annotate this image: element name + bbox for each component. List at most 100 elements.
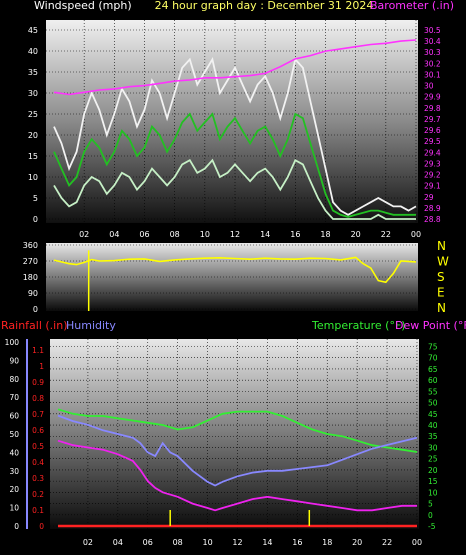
humidity-tick-label: 30	[9, 467, 19, 476]
temperature-tick-label: 70	[428, 354, 438, 363]
temperature-tick-label: 15	[428, 477, 438, 486]
wind-left-ticks: 0 5 10 15 20 25 30 35 40 45	[28, 26, 38, 224]
wind-x-tick-label: 10	[200, 230, 210, 239]
direction-compass-ticks: NWSEN	[437, 239, 449, 315]
baro-y-tick-label: 28.9	[424, 204, 441, 213]
temp-x-tick-label: 02	[83, 538, 93, 547]
wind-y-tick-label: 35	[28, 68, 38, 77]
compass-point-label: E	[437, 286, 445, 300]
wind-x-tick-label: 06	[139, 230, 149, 239]
temp-x-tick-label: 12	[232, 538, 242, 547]
wind-y-tick-label: 30	[28, 89, 38, 98]
rainfall-tick-label: 0.5	[32, 442, 44, 451]
temperature-tick-label: 5	[428, 500, 433, 509]
direction-degree-label: 90	[28, 289, 38, 298]
wind-y-tick-label: 5	[33, 194, 38, 203]
dewpoint-legend-label: Dew Point (°F)	[395, 319, 466, 332]
temperature-tick-label: 45	[428, 410, 438, 419]
rainfall-tick-label: 1.1	[32, 346, 44, 355]
baro-y-tick-label: 29.5	[424, 137, 441, 146]
humidity-legend-label: Humidity	[66, 319, 116, 332]
rainfall-tick-label: 0.8	[32, 394, 44, 403]
baro-y-tick-label: 29	[424, 193, 434, 202]
temperature-tick-label: 0	[428, 511, 433, 520]
baro-y-tick-label: 29.4	[424, 148, 441, 157]
temp-x-tick-label: 08	[173, 538, 183, 547]
baro-y-tick-label: 29.1	[424, 182, 441, 191]
wind-y-tick-label: 20	[28, 131, 38, 140]
wind-x-tick-label: 08	[170, 230, 180, 239]
baro-y-tick-label: 30.5	[424, 26, 441, 35]
temp-x-tick-label: 16	[292, 538, 302, 547]
temperature-legend-label: Temperature (°F)	[311, 319, 406, 332]
wind-y-tick-label: 25	[28, 110, 38, 119]
compass-point-label: W	[437, 255, 449, 269]
temperature-ticks: -5 0 5 10 15 20 25 30 35 40 45 50 55 60 65 70 75	[428, 342, 438, 531]
baro-y-tick-label: 30.4	[424, 37, 441, 46]
temperature-tick-label: 60	[428, 376, 438, 385]
temp-x-tick-label: 18	[322, 538, 332, 547]
humidity-tick-label: 0	[14, 522, 19, 531]
rainfall-tick-label: 0.9	[32, 378, 44, 387]
temp-x-tick-label: 22	[382, 538, 392, 547]
temp-x-tick-label: 10	[202, 538, 212, 547]
rainfall-tick-label: 0.1	[32, 506, 44, 515]
temperature-tick-label: 35	[428, 432, 438, 441]
wind-x-tick-label: 16	[290, 230, 300, 239]
rainfall-tick-label: 0.3	[32, 474, 44, 483]
baro-y-tick-label: 29.8	[424, 104, 441, 113]
humidity-tick-label: 20	[9, 485, 19, 494]
temperature-tick-label: -5	[428, 522, 436, 531]
wind-y-tick-label: 0	[33, 215, 38, 224]
wind-y-tick-label: 15	[28, 152, 38, 161]
humidity-tick-label: 50	[9, 430, 19, 439]
humidity-tick-label: 70	[9, 393, 19, 402]
weather-graphs: Windspeed (mph) 24 hour graph day : Dece…	[1, 0, 466, 547]
temperature-tick-label: 40	[428, 421, 438, 430]
wind-x-tick-label: 12	[230, 230, 240, 239]
wind-x-tick-label: 04	[109, 230, 119, 239]
temp-x-tick-label: 00	[412, 538, 422, 547]
humidity-tick-label: 10	[9, 504, 19, 513]
baro-y-tick-label: 30.3	[424, 48, 441, 57]
humidity-ticks: 0 10 20 30 40 50 60 70 80 90 100	[5, 338, 28, 531]
temperature-tick-label: 65	[428, 365, 438, 374]
wind-x-tick-label: 02	[79, 230, 89, 239]
humidity-tick-label: 100	[5, 338, 20, 347]
rainfall-tick-label: 0.4	[32, 458, 44, 467]
temperature-tick-label: 20	[428, 466, 438, 475]
baro-y-tick-label: 30.2	[424, 59, 441, 68]
rainfall-axis-label: Rainfall (.in)	[1, 319, 68, 332]
direction-degree-label: 180	[23, 273, 38, 282]
baro-y-tick-label: 29.9	[424, 93, 441, 102]
baro-y-tick-label: 28.8	[424, 215, 441, 224]
temp-x-tick-label: 06	[143, 538, 153, 547]
baro-y-tick-label: 30	[424, 82, 434, 91]
compass-point-label: N	[437, 239, 446, 253]
humidity-tick-label: 80	[9, 375, 19, 384]
rainfall-ticks: 0 0.1 0.2 0.3 0.4 0.5 0.6 0.7 0.8 0.9 1 1.1	[32, 346, 44, 531]
direction-degree-ticks: 360 270 180 90 0	[23, 241, 38, 314]
temp-x-tick-label: 04	[113, 538, 123, 547]
rainfall-tick-label: 1	[39, 362, 44, 371]
wind-x-tick-label: 22	[381, 230, 391, 239]
temperature-tick-label: 10	[428, 488, 438, 497]
humidity-tick-label: 40	[9, 448, 19, 457]
temp-x-tick-label: 20	[352, 538, 362, 547]
rainfall-tick-label: 0.2	[32, 490, 44, 499]
direction-degree-label: 0	[33, 305, 38, 314]
wind-x-tick-label: 20	[351, 230, 361, 239]
direction-degree-label: 270	[23, 257, 38, 266]
wind-y-tick-label: 45	[28, 26, 38, 35]
wind-x-tick-label: 00	[411, 230, 421, 239]
rainfall-tick-label: 0.6	[32, 426, 44, 435]
rainfall-tick-label: 0	[39, 522, 44, 531]
baro-y-tick-label: 29.6	[424, 126, 441, 135]
temp-plot-area	[50, 339, 419, 529]
wind-x-tick-label: 18	[320, 230, 330, 239]
temperature-tick-label: 25	[428, 455, 438, 464]
chart-title: 24 hour graph day : December 31 2024	[155, 0, 374, 12]
windspeed-axis-label: Windspeed (mph)	[34, 0, 132, 12]
wind-y-tick-label: 40	[28, 47, 38, 56]
baro-y-tick-label: 29.3	[424, 159, 441, 168]
